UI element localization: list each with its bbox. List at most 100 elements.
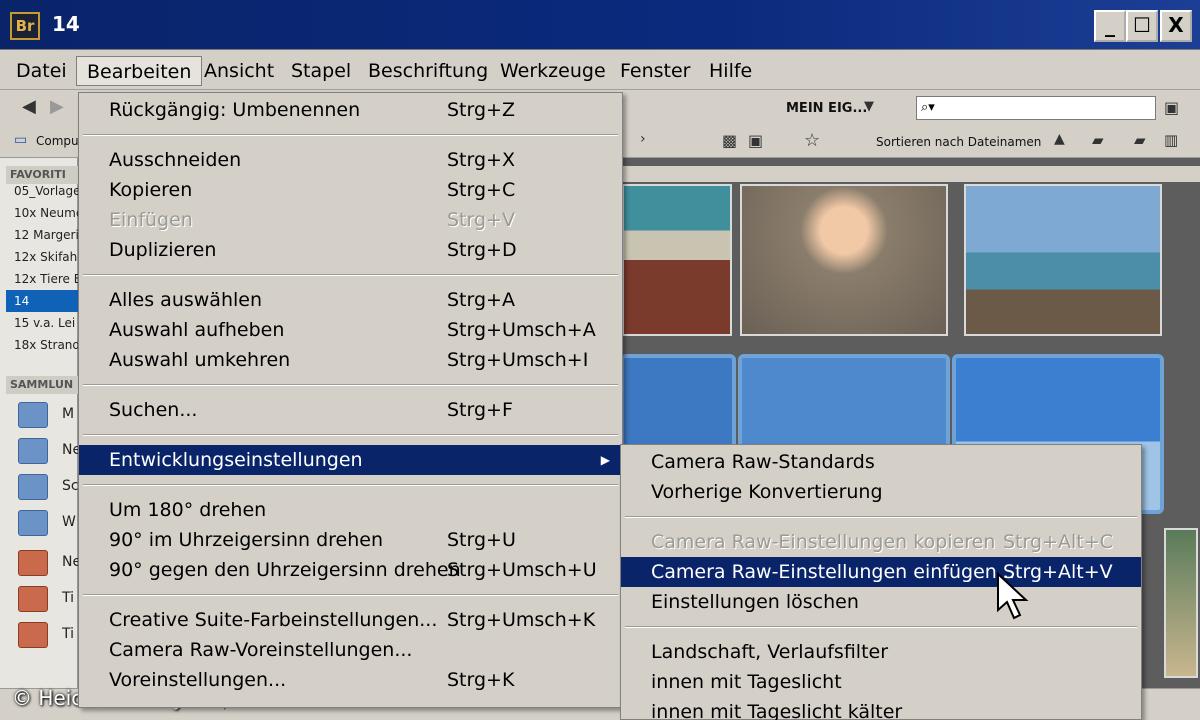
- back-arrow-icon[interactable]: ◀: [22, 96, 36, 117]
- collection-item[interactable]: Sc: [18, 470, 79, 506]
- menu-option-label: Um 180° drehen: [109, 499, 267, 521]
- quality-icon[interactable]: ▩: [722, 131, 737, 150]
- menu-separator: [83, 484, 618, 486]
- collection-item[interactable]: Ti: [18, 618, 78, 654]
- menu-separator: [83, 594, 618, 596]
- menu-option[interactable]: Camera Raw-Einstellungen kopieren Strg+Al…: [621, 527, 1141, 557]
- star-filter-icon[interactable]: ☆: [804, 130, 820, 151]
- menu-option[interactable]: Camera Raw-Einstellungen einfügen... Strg…: [621, 557, 1141, 587]
- close-button[interactable]: X: [1160, 10, 1192, 42]
- menu-stapel[interactable]: Stapel: [281, 56, 361, 86]
- menu-separator: [83, 384, 618, 386]
- sort-ascending-icon[interactable]: ▲: [1054, 131, 1065, 147]
- menu-option[interactable]: Camera Raw-Voreinstellungen...: [79, 635, 622, 665]
- thumbnail-image[interactable]: [622, 184, 732, 336]
- menu-beschriftung[interactable]: Beschriftung: [358, 56, 498, 86]
- menu-werkzeuge[interactable]: Werkzeuge: [490, 56, 616, 86]
- menu-option-label: Duplizieren: [109, 239, 217, 261]
- favorite-item-selected[interactable]: 14: [6, 290, 78, 312]
- menu-fenster[interactable]: Fenster: [610, 56, 700, 86]
- minimize-button[interactable]: _: [1094, 10, 1126, 42]
- menu-option[interactable]: Voreinstellungen... Strg+K: [79, 665, 622, 695]
- menu-bearbeiten[interactable]: Bearbeiten: [76, 56, 203, 86]
- menu-option-label: Camera Raw-Einstellungen kopieren: [651, 531, 996, 553]
- menu-option[interactable]: Einfügen Strg+V: [79, 205, 622, 235]
- favorite-item[interactable]: 18x Strand: [6, 334, 78, 356]
- menu-option-label: 90° gegen den Uhrzeigersinn drehen: [109, 559, 461, 581]
- menu-option-label: Creative Suite-Farbeinstellungen...: [109, 609, 438, 631]
- menu-option[interactable]: innen mit Tageslicht kälter: [621, 697, 1141, 720]
- menu-option[interactable]: 90° gegen den Uhrzeigersinn drehen Strg+U…: [79, 555, 622, 585]
- open-recent-icon[interactable]: ▣: [748, 131, 763, 150]
- collection-item[interactable]: Ne: [18, 546, 81, 582]
- favorite-item[interactable]: 12x Skifah: [6, 246, 78, 268]
- menu-option[interactable]: Entwicklungseinstellungen ▶: [79, 445, 622, 475]
- menu-option[interactable]: Ausschneiden Strg+X: [79, 145, 622, 175]
- menu-option[interactable]: Alles auswählen Strg+A: [79, 285, 622, 315]
- favorite-item[interactable]: 05_Vorlage: [6, 180, 78, 202]
- thumbnail-image[interactable]: [1164, 528, 1198, 678]
- menu-option-label: Camera Raw-Einstellungen einfügen...: [651, 561, 1015, 583]
- collection-item[interactable]: M: [18, 398, 78, 434]
- compact-mode-icon[interactable]: ▣: [1164, 98, 1179, 117]
- menu-option-label: Voreinstellungen...: [109, 669, 287, 691]
- collection-icon: [18, 550, 48, 576]
- search-input[interactable]: ⌕▾: [916, 96, 1156, 120]
- menu-option-shortcut: Strg+F: [447, 399, 513, 421]
- menu-option[interactable]: Camera Raw-Standards: [621, 447, 1141, 477]
- menu-datei[interactable]: Datei: [6, 56, 77, 86]
- thumbnail-image[interactable]: [964, 184, 1162, 336]
- menu-option[interactable]: Um 180° drehen: [79, 495, 622, 525]
- menu-option[interactable]: 90° im Uhrzeigersinn drehen Strg+U: [79, 525, 622, 555]
- collection-item[interactable]: Ne: [18, 434, 81, 470]
- menu-bar: Datei Bearbeiten Ansicht Stapel Beschrif…: [0, 50, 1200, 90]
- sort-dropdown[interactable]: Sortieren nach Dateinamen: [876, 135, 1041, 149]
- menu-option[interactable]: Vorherige Konvertierung: [621, 477, 1141, 507]
- trash-icon[interactable]: ▥: [1164, 131, 1178, 149]
- menu-option-shortcut: Strg+X: [447, 149, 515, 171]
- favorite-item[interactable]: 10x Neume: [6, 202, 78, 224]
- smart-collection-icon: [18, 438, 48, 464]
- menu-option[interactable]: Duplizieren Strg+D: [79, 235, 622, 265]
- favorite-item[interactable]: 15 v.a. Lei: [6, 312, 78, 334]
- collection-item[interactable]: W: [18, 506, 78, 542]
- menu-option-shortcut: Strg+U: [447, 529, 516, 551]
- menu-option[interactable]: Suchen... Strg+F: [79, 395, 622, 425]
- thumbnail-image[interactable]: [740, 184, 948, 336]
- menu-option-shortcut: Strg+Alt+C: [1003, 531, 1113, 553]
- menu-ansicht[interactable]: Ansicht: [194, 56, 284, 86]
- menu-option[interactable]: Einstellungen löschen: [621, 587, 1141, 617]
- menu-option[interactable]: innen mit Tageslicht: [621, 667, 1141, 697]
- menu-option-label: Ausschneiden: [109, 149, 242, 171]
- menu-option-shortcut: Strg+K: [447, 669, 515, 691]
- menu-option[interactable]: Auswahl umkehren Strg+Umsch+I: [79, 345, 622, 375]
- workspace-dropdown-icon[interactable]: ▼: [864, 99, 874, 114]
- edit-menu-dropdown: Rückgängig: Umbenennen Strg+Z Ausschneiden…: [78, 92, 623, 708]
- menu-option-label: Auswahl umkehren: [109, 349, 291, 371]
- menu-option[interactable]: Auswahl aufheben Strg+Umsch+A: [79, 315, 622, 345]
- forward-arrow-icon[interactable]: ▶: [50, 96, 64, 117]
- menu-hilfe[interactable]: Hilfe: [699, 56, 762, 86]
- menu-option[interactable]: Creative Suite-Farbeinstellungen... Strg+…: [79, 605, 622, 635]
- collections-header[interactable]: SAMMLUN: [6, 376, 78, 394]
- menu-option[interactable]: Rückgängig: Umbenennen Strg+Z: [79, 95, 622, 125]
- path-chevron-icon[interactable]: ›: [640, 131, 646, 147]
- menu-option[interactable]: Landschaft, Verlaufsfilter: [621, 637, 1141, 667]
- menu-option-shortcut: Strg+Umsch+I: [447, 349, 589, 371]
- computer-icon: ▭: [14, 132, 28, 148]
- computer-label[interactable]: Compu: [36, 134, 79, 148]
- new-folder-icon[interactable]: ▰: [1134, 131, 1146, 149]
- menu-option-label: Suchen...: [109, 399, 198, 421]
- folder-icon[interactable]: ▰: [1092, 131, 1104, 149]
- favorite-item[interactable]: 12x Tiere E: [6, 268, 78, 290]
- menu-option-label: Entwicklungseinstellungen: [109, 449, 363, 471]
- menu-option[interactable]: Kopieren Strg+C: [79, 175, 622, 205]
- develop-settings-submenu: Camera Raw-Standards Vorherige Konvertier…: [620, 444, 1142, 720]
- maximize-button[interactable]: ☐: [1126, 10, 1158, 42]
- menu-option-label: Camera Raw-Standards: [651, 451, 875, 473]
- favorite-item[interactable]: 12 Margeri: [6, 224, 78, 246]
- submenu-arrow-icon: ▶: [600, 453, 610, 467]
- menu-option-label: Auswahl aufheben: [109, 319, 285, 341]
- collection-item[interactable]: Ti: [18, 582, 78, 618]
- workspace-switcher[interactable]: MEIN EIG...: [786, 101, 867, 116]
